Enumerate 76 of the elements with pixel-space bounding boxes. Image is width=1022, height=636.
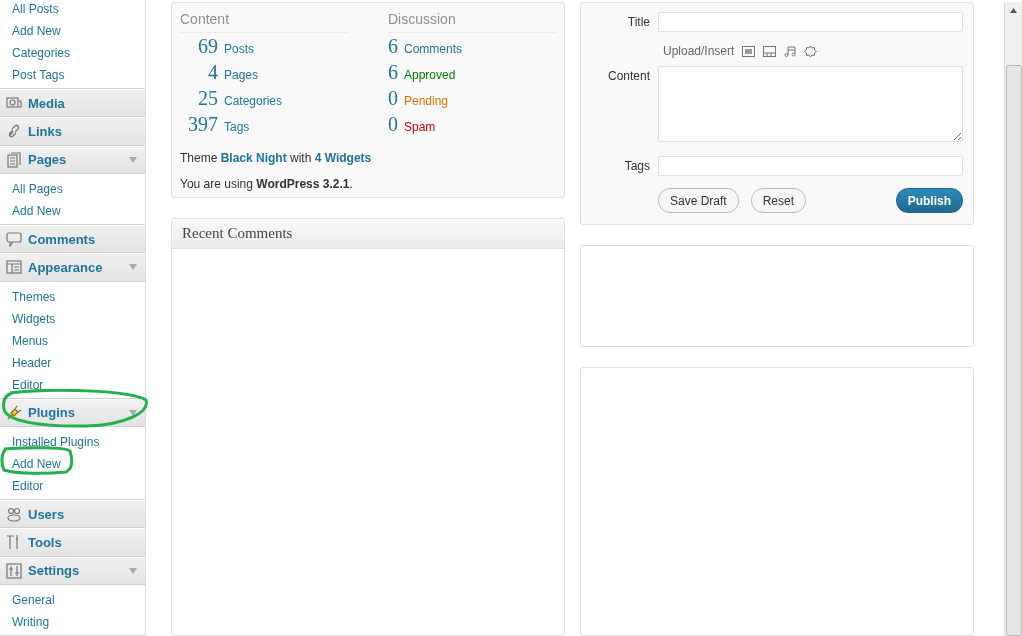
field-label: Tags (623, 158, 650, 173)
menu-label: Media (28, 95, 66, 111)
menu-label: Plugins (28, 405, 76, 421)
stat-link[interactable]: Tags (224, 120, 250, 134)
menu-header[interactable]: Users (0, 499, 145, 529)
chain-link-icon (6, 123, 22, 140)
column-heading: Content (180, 11, 348, 33)
menu-header[interactable]: Links (0, 117, 145, 146)
submenu-link[interactable]: All Posts (0, 0, 145, 20)
stat-link[interactable]: Approved (404, 68, 456, 82)
count: 0 (388, 113, 398, 136)
submenu-link[interactable]: Post Tags (0, 64, 145, 86)
users-icon (6, 506, 22, 523)
video-icon[interactable] (763, 45, 777, 57)
submenu-link[interactable]: Editor (0, 474, 145, 497)
menu-label: Settings (28, 563, 81, 579)
count: 4 (207, 61, 218, 84)
image-icon[interactable] (742, 45, 756, 57)
submenu-link[interactable]: Add New (0, 20, 145, 42)
menu-label: Users (28, 506, 66, 522)
menu-label: Appearance (28, 259, 104, 275)
count: 69 (197, 35, 218, 58)
submenu-link[interactable]: Installed Plugins (0, 430, 145, 453)
upload-label: Upload/Insert (663, 44, 735, 58)
stat-link[interactable]: Posts (224, 42, 254, 56)
menu-label: Links (28, 124, 63, 139)
menu-label: Pages (28, 152, 68, 168)
theme-info: Theme Black Night with 4 Widgets (180, 151, 373, 165)
menu-header[interactable]: Tools (0, 528, 145, 557)
submenu-link[interactable]: All Pages (0, 178, 145, 200)
submenu-link[interactable]: Widgets (0, 307, 145, 330)
scroll-up-icon[interactable] (1010, 8, 1017, 13)
field-label: Content (606, 68, 650, 83)
panel-title: Recent Comments (182, 225, 293, 242)
count: 25 (197, 87, 218, 110)
menu-header[interactable]: Media (0, 89, 145, 118)
sliders-icon (6, 562, 22, 579)
menu-label: Tools (28, 534, 63, 550)
menu-header[interactable]: Comments (0, 225, 145, 254)
menu-header[interactable]: Settings (0, 556, 145, 585)
stat-link[interactable]: Pending (404, 94, 449, 108)
menu-label: Comments (28, 231, 97, 247)
field-label: Title (626, 14, 650, 29)
submenu-link[interactable]: General (0, 588, 145, 611)
menu-header[interactable]: Pages (0, 145, 145, 174)
count: 6 (388, 35, 398, 58)
submenu-link[interactable]: Add New (0, 452, 145, 475)
submenu-link[interactable]: Categories (0, 42, 145, 64)
count: 0 (388, 87, 398, 110)
count: 6 (388, 61, 398, 84)
menu-header[interactable]: Appearance (0, 253, 145, 282)
tags-field[interactable] (658, 156, 963, 176)
stat-link[interactable]: Comments (404, 42, 462, 56)
submenu-link[interactable]: Header (0, 351, 145, 374)
submenu-link[interactable]: Themes (0, 285, 145, 308)
submenu-link[interactable]: Editor (0, 373, 145, 396)
publish-button[interactable]: Publish (895, 188, 963, 213)
version-info: You are using WordPress 3.2.1. (180, 177, 354, 191)
music-note-icon[interactable] (784, 45, 797, 57)
layout-icon (6, 259, 22, 276)
stat-link[interactable]: Pages (224, 68, 259, 82)
submenu-link[interactable]: Writing (0, 610, 145, 633)
content-field[interactable] (658, 66, 963, 142)
count: 397 (187, 113, 218, 136)
speech-bubble-icon (6, 231, 22, 248)
secondary-button[interactable]: Save Draft (658, 188, 739, 213)
star-burst-icon[interactable] (804, 44, 818, 58)
stat-link[interactable]: Spam (404, 120, 436, 134)
secondary-button[interactable]: Reset (750, 188, 807, 213)
column-heading: Discussion (388, 11, 556, 33)
plug-icon (6, 404, 22, 421)
stat-link[interactable]: Categories (224, 94, 283, 108)
submenu-link[interactable]: Menus (0, 329, 145, 352)
pages-icon (6, 151, 22, 168)
title-field[interactable] (658, 12, 963, 32)
submenu-link[interactable]: Add New (0, 200, 145, 222)
